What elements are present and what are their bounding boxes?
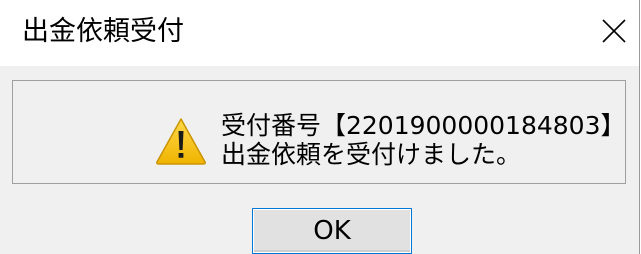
message-panel: 受付番号【2201900000184803】 出金依頼を受付けました。	[12, 80, 626, 184]
ok-button[interactable]: OK	[252, 208, 412, 254]
message-text: 受付番号【2201900000184803】 出金依頼を受付けました。	[221, 111, 626, 169]
dialog-content: 受付番号【2201900000184803】 出金依頼を受付けました。 OK	[0, 66, 639, 254]
page: 出金依頼受付 受付番号【2201900000184803】 出金依頼を受付けまし…	[0, 0, 641, 254]
message-line-accepted: 出金依頼を受付けました。	[221, 140, 522, 169]
dialog-titlebar[interactable]: 出金依頼受付	[0, 0, 639, 66]
close-icon	[602, 19, 626, 43]
close-button[interactable]	[592, 8, 636, 54]
warning-icon	[156, 118, 206, 165]
dialog-title: 出金依頼受付	[22, 16, 184, 47]
message-line-receipt-number: 受付番号【2201900000184803】	[221, 111, 626, 140]
message-dialog: 出金依頼受付 受付番号【2201900000184803】 出金依頼を受付けまし…	[0, 0, 640, 254]
